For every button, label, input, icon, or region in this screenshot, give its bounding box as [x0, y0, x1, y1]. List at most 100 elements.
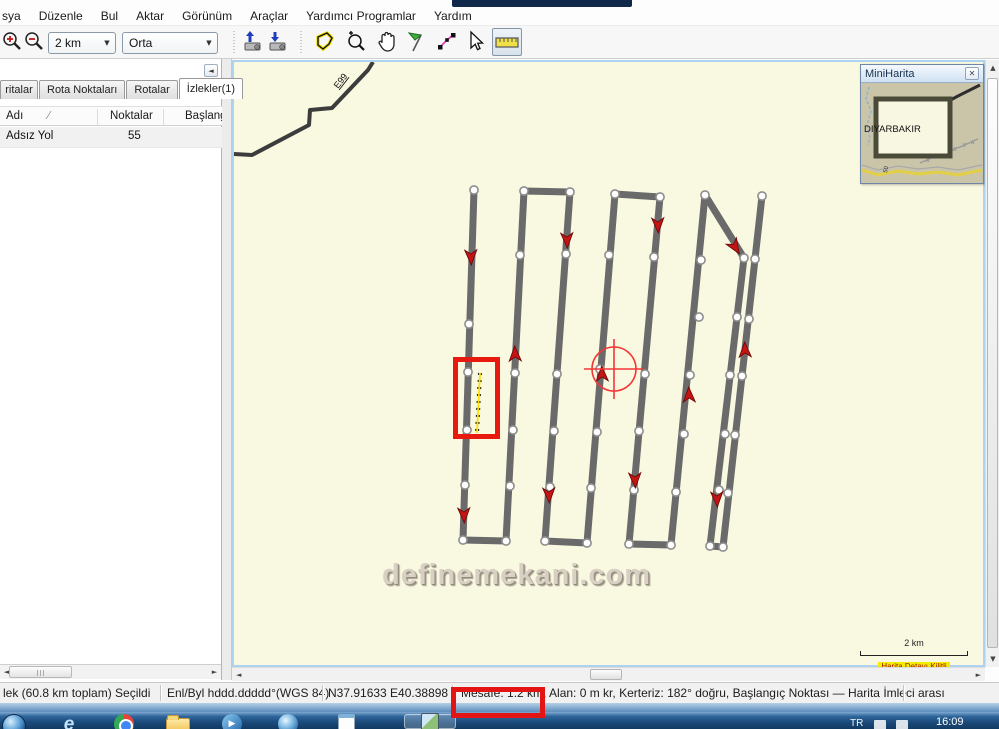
mapsource-icon: [421, 713, 439, 729]
taskbar-chrome[interactable]: [114, 714, 134, 729]
menu-duzenle[interactable]: Düzenle: [30, 7, 92, 25]
route-tool-icon: [435, 30, 459, 54]
status-separator: [160, 685, 161, 701]
notepad-icon: [338, 714, 355, 729]
taskbar-media-player[interactable]: ▶: [222, 714, 242, 729]
ruler-icon: [494, 32, 520, 52]
scrollbar-thumb[interactable]: [987, 78, 998, 648]
zoom-in-button[interactable]: [0, 30, 24, 54]
annotation-rectangle-map: [453, 357, 500, 439]
receive-from-device-button[interactable]: [267, 30, 291, 54]
menu-yardimci-programlar[interactable]: Yardımcı Programlar: [297, 7, 425, 25]
toolbar-separator: [300, 31, 302, 54]
minimap-titlebar[interactable]: MiniHarita ✕: [861, 65, 983, 83]
route-tool-button[interactable]: [435, 30, 459, 54]
scroll-up-icon[interactable]: ▲: [986, 64, 999, 72]
status-selection: lek (60.8 km toplam) Seçildi: [3, 686, 150, 700]
map-horizontal-scrollbar[interactable]: ◄ ►: [232, 667, 985, 681]
status-separator: [322, 685, 323, 701]
flag-icon: [406, 30, 430, 54]
column-header-baslangic[interactable]: Başlang: [185, 110, 227, 122]
menu-aktar[interactable]: Aktar: [127, 7, 173, 25]
sidebar-horizontal-scrollbar[interactable]: ◄ ►: [0, 664, 221, 679]
map-canvas[interactable]: E99 definemekani.com 2 km Harita Detayı …: [232, 60, 985, 667]
scroll-down-icon[interactable]: ▼: [986, 655, 999, 663]
tab-izlekler[interactable]: İzlekler(1): [179, 78, 243, 99]
language-indicator[interactable]: TR: [850, 718, 863, 729]
scroll-right-icon[interactable]: ►: [208, 666, 221, 679]
detail-level-select[interactable]: Orta ▼: [122, 32, 218, 54]
column-separator[interactable]: [163, 109, 164, 125]
taskbar-mapsource-active[interactable]: [404, 714, 456, 729]
tab-haritalar[interactable]: ritalar: [0, 80, 38, 99]
taskbar-internet-explorer[interactable]: e: [58, 714, 80, 729]
status-coordinates: N37.91633 E40.38898: [328, 686, 448, 700]
chevron-down-icon: ▼: [99, 39, 115, 47]
scroll-right-icon[interactable]: ►: [976, 671, 981, 679]
screen: sya Düzenle Bul Aktar Görünüm Araçlar Ya…: [0, 0, 999, 729]
map-vertical-scrollbar[interactable]: ▲ ▼: [985, 60, 999, 667]
minimap-road-label: 50: [883, 165, 890, 173]
track-row[interactable]: Adsız Yol 55: [0, 127, 222, 148]
network-icon[interactable]: [874, 720, 886, 729]
taskbar-notepad[interactable]: [338, 714, 355, 729]
clock[interactable]: 16:09: [936, 716, 964, 728]
distance-tool-button[interactable]: [492, 28, 522, 56]
chevron-down-icon: ▼: [201, 39, 217, 47]
minimap-window[interactable]: MiniHarita ✕ DIYARBAKIR 50: [860, 64, 984, 184]
thumb-grip: [37, 670, 45, 676]
taskbar-explorer[interactable]: [166, 714, 190, 729]
zoom-tool-button[interactable]: [344, 30, 368, 54]
start-button[interactable]: [2, 714, 26, 729]
scrollbar-thumb[interactable]: [590, 669, 622, 680]
zoom-tool-icon: [344, 30, 368, 54]
close-icon[interactable]: ✕: [965, 67, 979, 80]
minimap-city-label: DIYARBAKIR: [864, 124, 921, 135]
scale-bar: [860, 651, 968, 656]
column-header-adi[interactable]: Adı: [6, 110, 23, 122]
tab-rota-noktalari[interactable]: Rota Noktaları: [39, 80, 125, 99]
map-select-tool-button[interactable]: [313, 30, 337, 54]
toolbar: 2 km ▼ Orta ▼: [0, 26, 999, 59]
column-header-noktalar[interactable]: Noktalar: [110, 110, 153, 122]
panel-splitter[interactable]: [222, 59, 232, 680]
menu-bul[interactable]: Bul: [92, 7, 127, 25]
menu-dosya[interactable]: sya: [0, 7, 30, 25]
taskbar-google-earth[interactable]: [278, 714, 298, 729]
menu-gorunum[interactable]: Görünüm: [173, 7, 241, 25]
waypoint-tool-button[interactable]: [406, 30, 430, 54]
column-separator[interactable]: [97, 109, 98, 125]
volume-icon[interactable]: [896, 720, 908, 729]
scrollbar-thumb[interactable]: [9, 666, 72, 678]
minimap-drawing: DIYARBAKIR 50: [861, 83, 983, 182]
track-point-count: 55: [128, 130, 141, 142]
zoom-level-select[interactable]: 2 km ▼: [48, 32, 116, 54]
chrome-icon: [114, 714, 134, 729]
tab-rotalar[interactable]: Rotalar: [126, 80, 177, 99]
internet-explorer-icon: e: [58, 714, 80, 729]
menu-yardim[interactable]: Yardım: [425, 7, 481, 25]
status-separator: [903, 685, 904, 701]
menu-bar: sya Düzenle Bul Aktar Görünüm Araçlar Ya…: [0, 7, 999, 26]
sidebar-collapse-button[interactable]: ◄: [204, 64, 218, 77]
zoom-level-value: 2 km: [49, 36, 99, 50]
send-to-device-button[interactable]: [242, 30, 266, 54]
receive-from-device-icon: [267, 30, 291, 54]
sidebar-panel: ◄ ritalar Rota Noktaları Rotalar İzlekle…: [0, 59, 222, 680]
scroll-left-icon[interactable]: ◄: [236, 671, 241, 679]
watermark-text: definemekani.com: [382, 559, 626, 592]
toolbar-separator: [233, 31, 235, 54]
send-to-device-icon: [242, 30, 266, 54]
selection-tool-button[interactable]: [463, 30, 487, 54]
minimap-title: MiniHarita: [865, 68, 965, 80]
pan-tool-button[interactable]: [375, 30, 399, 54]
hand-icon: [375, 30, 399, 54]
zoom-out-button[interactable]: [22, 30, 46, 54]
road-label: E99: [332, 71, 350, 90]
zoom-out-icon: [23, 31, 45, 53]
windows-orb-icon: [2, 714, 26, 729]
folder-icon: [166, 718, 190, 729]
zoom-in-icon: [1, 31, 23, 53]
sort-indicator-icon: ∕: [48, 110, 50, 122]
menu-araclar[interactable]: Araçlar: [241, 7, 297, 25]
